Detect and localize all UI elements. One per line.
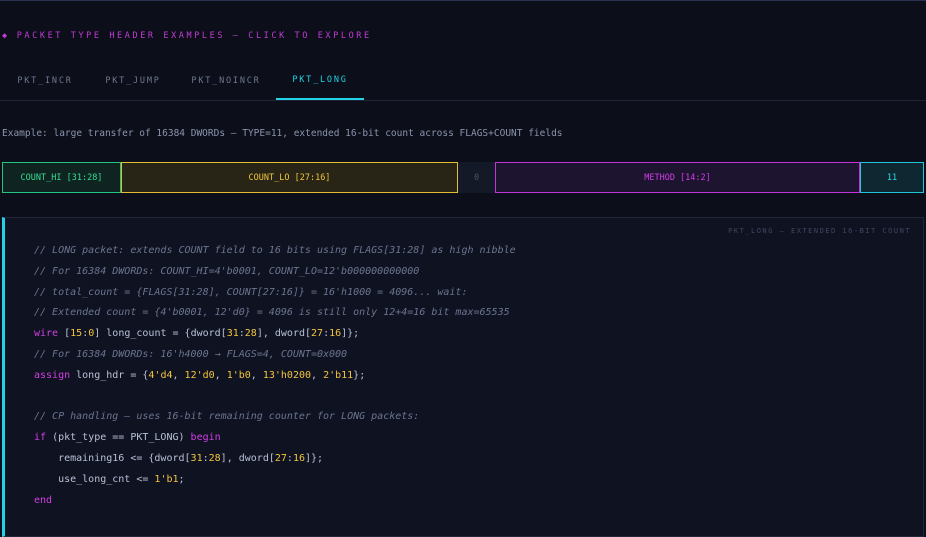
code-token: 16 [292, 452, 305, 464]
code-token: end [34, 494, 53, 506]
packet-type-tabs: PKT_INCR PKT_JUMP PKT_NOINCR PKT_LONG [0, 62, 926, 101]
field-type[interactable]: 11 [860, 162, 924, 193]
code-token: 1'b1 [154, 473, 179, 485]
code-token: begin [190, 432, 221, 444]
code-token: // LONG packet: extends COUNT field to 1… [34, 245, 516, 256]
code-line: assign long_hdr = {4'd4, 12'd0, 1'b0, 13… [34, 366, 516, 387]
code-token: 28 [244, 328, 257, 340]
code-line: wire [15:0] long_count = {dword[31:28], … [34, 324, 516, 345]
code-token: ], dword[ [256, 328, 312, 340]
code-token: 28 [208, 452, 221, 464]
code-line: remaining16 <= {dword[31:28], dword[27:1… [34, 449, 516, 470]
code-token: use_long_cnt <= [34, 473, 155, 485]
code-token: 27 [274, 452, 287, 464]
code-line: // LONG packet: extends COUNT field to 1… [34, 241, 516, 262]
diamond-icon: ◆ [2, 31, 10, 41]
code-token: wire [34, 328, 59, 340]
code-token: 2'b11 [323, 369, 354, 381]
example-description: Example: large transfer of 16384 DWORDs … [2, 128, 563, 139]
code-line: end [34, 491, 516, 512]
code-line: // CP handling — uses 16-bit remaining c… [34, 407, 516, 428]
code-line: use_long_cnt <= 1'b1; [34, 470, 516, 491]
code-token: 31 [226, 328, 239, 340]
code-token: 27 [311, 328, 324, 340]
code-line: // For 16384 DWORDs: 16'h4000 → FLAGS=4,… [34, 345, 516, 366]
code-token: // CP handling — uses 16-bit remaining c… [34, 411, 420, 423]
field-count-lo[interactable]: COUNT_LO [27:16] [121, 162, 458, 193]
tab-pkt-long[interactable]: PKT_LONG [276, 62, 364, 100]
code-token: 4'd4 [148, 369, 173, 381]
code-line: // Extended count = {4'b0001, 12'd0} = 4… [34, 303, 516, 324]
code-token: long_hdr = { [70, 369, 149, 381]
field-reserved[interactable]: 0 [458, 162, 495, 193]
code-token: , [250, 369, 263, 381]
code-token: if [34, 432, 47, 444]
code-token: 12'd0 [184, 369, 215, 381]
code-line: // For 16384 DWORDs: COUNT_HI=4'b0001, C… [34, 262, 516, 283]
code-panel-label: PKT_LONG — EXTENDED 16-BIT COUNT [728, 227, 911, 235]
code-token: assign [34, 369, 71, 381]
field-method[interactable]: METHOD [14:2] [495, 162, 860, 193]
code-token: // For 16384 DWORDs: COUNT_HI=4'b0001, C… [34, 265, 420, 277]
code-token: remaining16 <= {dword[ [34, 452, 191, 464]
code-token: , [214, 369, 227, 381]
tab-pkt-incr[interactable]: PKT_INCR [6, 62, 84, 100]
code-token: ] long_count = {dword[ [94, 328, 227, 340]
code-panel: PKT_LONG — EXTENDED 16-BIT COUNT // LONG… [2, 217, 924, 537]
field-count-hi[interactable]: COUNT_HI [31:28] [2, 162, 121, 193]
code-token: 13'h0200 [262, 369, 312, 381]
code-token: ; [178, 473, 185, 485]
tab-pkt-jump[interactable]: PKT_JUMP [96, 62, 170, 100]
code-token: , [311, 369, 324, 381]
code-block: // LONG packet: extends COUNT field to 1… [34, 241, 516, 511]
code-token: // total_count = {FLAGS[31:28], COUNT[27… [34, 286, 468, 298]
code-token: ], dword[ [220, 452, 275, 464]
code-token: 31 [190, 452, 203, 464]
code-token: [ [58, 328, 71, 340]
code-line: // total_count = {FLAGS[31:28], COUNT[27… [34, 283, 516, 304]
code-token: // For 16384 DWORDs: 16'h4000 → FLAGS=4,… [34, 348, 348, 360]
code-token: // Extended count = {4'b0001, 12'd0} = 4… [34, 307, 510, 319]
code-token: 16 [329, 328, 342, 340]
tab-pkt-noincr[interactable]: PKT_NOINCR [182, 62, 270, 100]
code-token: 1'b0 [226, 369, 251, 381]
section-title: ◆ PACKET TYPE HEADER EXAMPLES — CLICK TO … [2, 31, 372, 41]
code-token: (pkt_type == PKT_LONG) [46, 432, 191, 444]
code-line: if (pkt_type == PKT_LONG) begin [34, 428, 516, 449]
code-token: 15 [70, 328, 83, 340]
code-token: ]}; [304, 452, 324, 464]
code-token: , [172, 369, 185, 381]
code-token: }; [353, 369, 366, 381]
code-token: ]}; [341, 328, 360, 340]
top-border [0, 0, 926, 1]
section-title-text: PACKET TYPE HEADER EXAMPLES — CLICK TO E… [16, 31, 372, 41]
